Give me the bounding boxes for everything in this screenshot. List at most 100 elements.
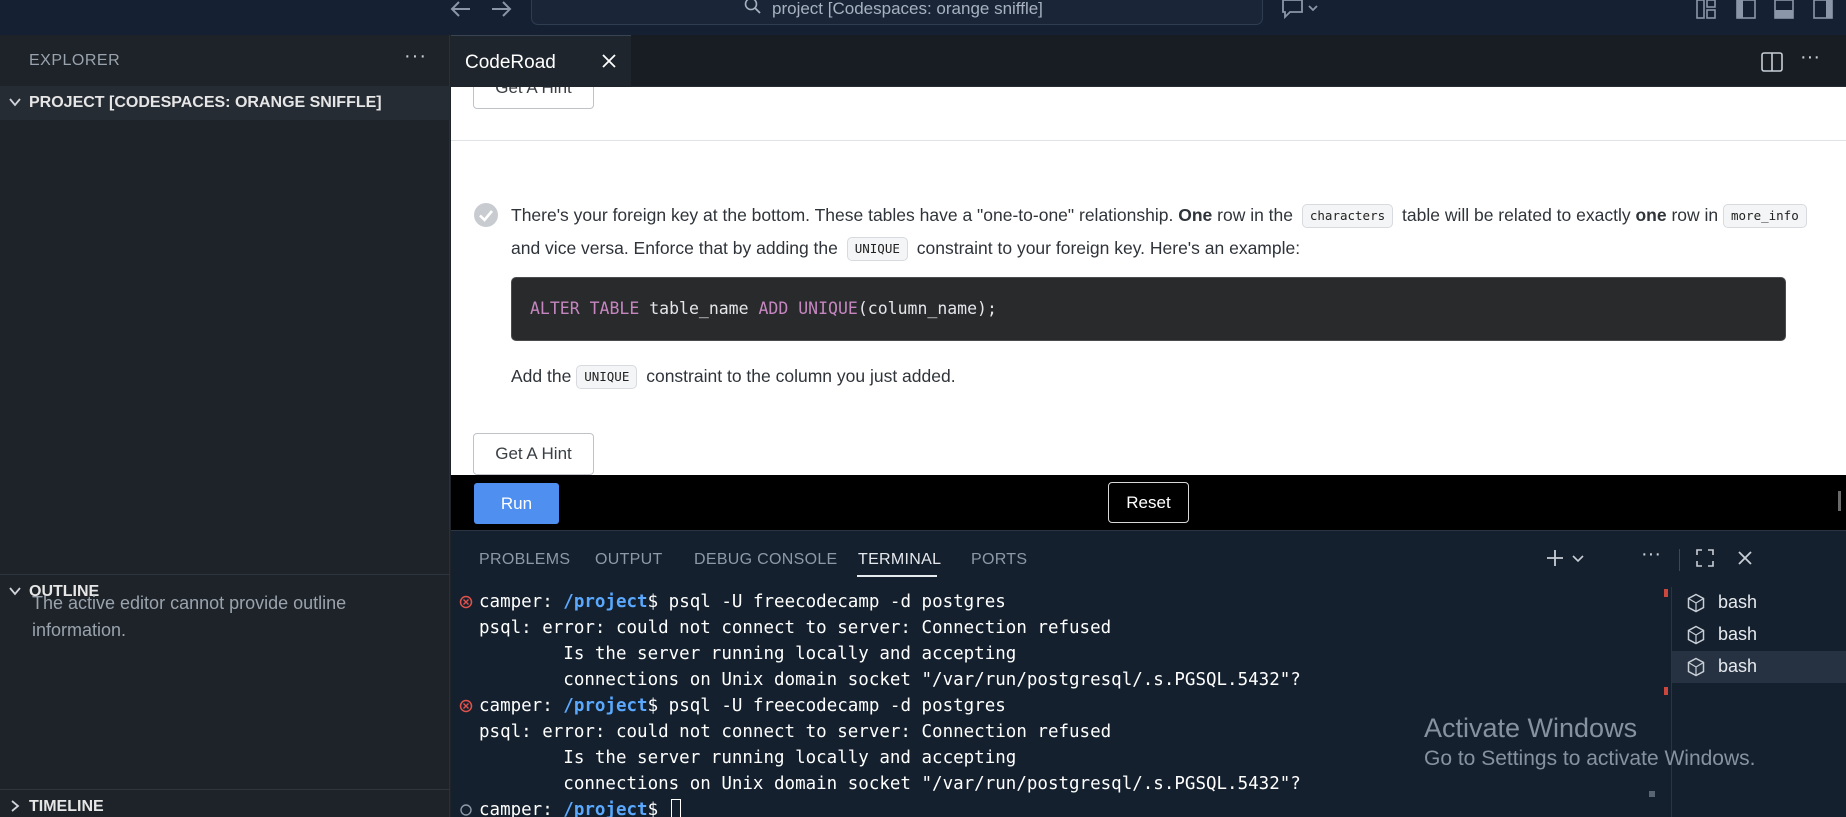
step-text: and vice versa. Enforce that by adding t… (511, 238, 843, 258)
terminal-prompt-line: camper: /project$ psql -U freecodecamp -… (479, 589, 1006, 615)
get-hint-button[interactable]: Get A Hint (473, 87, 594, 109)
tab-debug-console[interactable]: DEBUG CONSOLE (694, 551, 838, 569)
section-timeline[interactable]: TIMELINE (0, 789, 450, 817)
terminal-session-label: bash (1718, 624, 1758, 644)
back-arrow-icon[interactable] (448, 0, 474, 22)
step-text: There's your foreign key at the bottom. … (511, 205, 1179, 225)
tab-coderoad[interactable]: CodeRoad (451, 35, 631, 87)
section-project-label: PROJECT [CODESPACES: ORANGE SNIFFLE] (29, 94, 382, 111)
terminal-prompt-line: camper: /project$ psql -U freecodecamp -… (479, 693, 1006, 719)
error-scroll-marker (1664, 687, 1668, 695)
chevron-down-icon[interactable] (1571, 548, 1585, 568)
toggle-primary-sidebar-icon[interactable] (1735, 0, 1757, 20)
split-editor-icon[interactable] (1760, 51, 1784, 73)
prompt-sign: $ (647, 696, 669, 716)
prompt-user: camper: (479, 696, 564, 716)
command-failed-icon[interactable] (459, 595, 473, 609)
tab-output[interactable]: OUTPUT (595, 551, 663, 569)
sidebar-title: EXPLORER (29, 52, 121, 69)
section-timeline-label: TIMELINE (29, 798, 104, 815)
prompt-user: camper: (479, 592, 564, 612)
step-text: constraint to your foreign key. Here's a… (911, 238, 1301, 258)
terminal-session-label: bash (1718, 592, 1758, 612)
coderoad-webview: Get A Hint There's your foreign key at t… (451, 87, 1846, 475)
prompt-sign: $ (647, 592, 669, 612)
step-text: row in the (1212, 205, 1298, 225)
step-text: Add the (511, 366, 577, 386)
step-text: row in (1666, 205, 1723, 225)
step-divider (451, 140, 1846, 141)
close-panel-icon[interactable] (1735, 548, 1755, 568)
title-bar: project [Codespaces: orange sniffle] (0, 0, 1846, 35)
terminal-session-label: bash (1718, 656, 1758, 676)
watermark-subtitle: Go to Settings to activate Windows. (1424, 747, 1756, 770)
prompt-command: psql -U freecodecamp -d postgres (668, 592, 1006, 612)
outline-empty-message: The active editor cannot provide outline… (32, 593, 347, 640)
terminal-error-line: Is the server running locally and accept… (479, 748, 1017, 768)
new-terminal-icon[interactable] (1545, 548, 1565, 568)
terminal-session-list: bash bash bash (1671, 587, 1846, 817)
command-center-search[interactable]: project [Codespaces: orange sniffle] (531, 0, 1263, 25)
terminal-session-item[interactable]: bash (1672, 619, 1846, 651)
close-icon[interactable] (599, 51, 619, 71)
command-center-label: project [Codespaces: orange sniffle] (772, 0, 1043, 18)
toggle-panel-icon[interactable] (1773, 0, 1795, 20)
reset-button[interactable]: Reset (1108, 482, 1189, 523)
error-scroll-marker (1664, 589, 1668, 597)
prompt-user: camper: (479, 800, 564, 817)
watermark-title: Activate Windows (1424, 713, 1638, 743)
editor-more-actions-icon[interactable]: ··· (1800, 46, 1820, 69)
code-text: (column_name); (857, 299, 997, 318)
terminal-bash-icon (1687, 625, 1705, 645)
tab-coderoad-label: CodeRoad (465, 52, 556, 73)
prompt-path: /project (563, 592, 648, 612)
terminal-scrollbar[interactable] (1647, 587, 1667, 817)
get-hint-button[interactable]: Get A Hint (473, 433, 594, 475)
chevron-down-icon (9, 587, 21, 596)
explorer-sidebar: EXPLORER ··· PROJECT [CODESPACES: ORANGE… (0, 35, 450, 817)
terminal-session-item-selected[interactable]: bash (1672, 651, 1846, 683)
terminal-session-item[interactable]: bash (1672, 587, 1846, 619)
inline-code: UNIQUE (846, 237, 908, 261)
copilot-chat-icon[interactable] (1280, 0, 1320, 20)
tab-ports[interactable]: PORTS (971, 551, 1027, 569)
tab-problems[interactable]: PROBLEMS (479, 551, 570, 569)
scroll-marker (1649, 791, 1655, 797)
sidebar-more-actions-icon[interactable]: ··· (404, 45, 427, 68)
inline-code: more_info (1723, 204, 1807, 228)
terminal-bash-icon (1687, 657, 1705, 677)
code-keyword: ALTER TABLE (530, 299, 640, 318)
maximize-panel-icon[interactable] (1695, 548, 1715, 568)
command-pending-icon (460, 804, 472, 816)
forward-arrow-icon[interactable] (488, 0, 514, 22)
command-failed-icon[interactable] (459, 699, 473, 713)
scrollbar-thumb[interactable] (1838, 491, 1841, 511)
search-icon (744, 0, 761, 14)
chevron-right-icon (11, 800, 20, 812)
terminal-error-line: psql: error: could not connect to server… (479, 618, 1112, 638)
prompt-command: psql -U freecodecamp -d postgres (668, 696, 1006, 716)
panel-toolbar-separator (1679, 549, 1680, 571)
code-text: table_name (639, 299, 759, 318)
terminal-current-prompt[interactable]: camper: /project$ (479, 797, 681, 817)
terminal-bash-icon (1687, 593, 1705, 613)
toggle-secondary-sidebar-icon[interactable] (1812, 0, 1834, 20)
active-tab-indicator (857, 575, 937, 577)
terminal-output[interactable]: camper: /project$ psql -U freecodecamp -… (451, 587, 1647, 817)
customize-layout-icon[interactable] (1695, 0, 1717, 20)
terminal-cursor (670, 799, 681, 817)
coderoad-action-bar: Run Reset (451, 475, 1846, 530)
terminal-error-line: connections on Unix domain socket "/var/… (479, 774, 1301, 794)
section-project[interactable]: PROJECT [CODESPACES: ORANGE SNIFFLE] (0, 86, 450, 120)
prompt-path: /project (563, 696, 648, 716)
run-button[interactable]: Run (474, 483, 559, 524)
check-circle-icon (474, 203, 498, 227)
terminal-error-line: psql: error: could not connect to server… (479, 722, 1112, 742)
activation-watermark: Activate Windows Go to Settings to activ… (1424, 712, 1756, 774)
panel-more-actions-icon[interactable]: ··· (1641, 543, 1661, 566)
tab-terminal[interactable]: TERMINAL (858, 551, 941, 569)
step-instruction: Add the UNIQUE constraint to the column … (511, 360, 1811, 393)
prompt-sign: $ (647, 800, 669, 817)
step-text: table will be related to exactly (1397, 205, 1636, 225)
code-example: ALTER TABLE table_name ADD UNIQUE(column… (511, 277, 1786, 341)
